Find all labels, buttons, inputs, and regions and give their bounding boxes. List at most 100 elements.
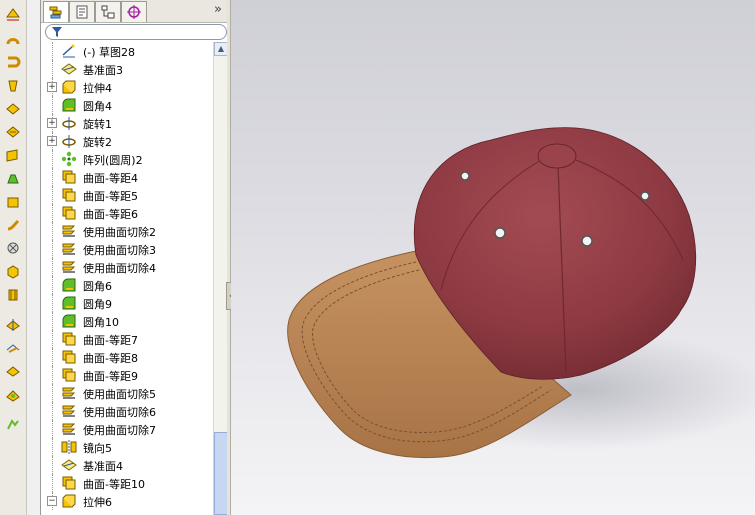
expand-toggle-icon[interactable]: + (47, 82, 57, 92)
tree-item[interactable]: 曲面-等距7 (41, 330, 213, 348)
revolved-boss-button[interactable] (3, 30, 22, 48)
configuration-manager-icon (101, 5, 115, 19)
tree-item[interactable]: 镜向5 (41, 438, 213, 456)
chamfer-tool-icon (5, 126, 20, 138)
draft-tool-button[interactable] (3, 170, 22, 188)
graphics-viewport[interactable] (231, 0, 755, 515)
tree-item-label: 使用曲面切除3 (83, 244, 156, 257)
draft-tool-icon (6, 174, 19, 184)
dome-tool-button[interactable] (3, 262, 22, 280)
tree-item[interactable]: 曲面-等距8 (41, 348, 213, 366)
extrude-icon (62, 494, 76, 508)
tree-filter-input[interactable] (45, 24, 227, 40)
tree-item[interactable]: 曲面-等距9 (41, 366, 213, 384)
tree-item-label: 曲面-等距6 (83, 208, 138, 221)
mirror-icon (61, 440, 77, 454)
wrap-tool-button[interactable] (3, 216, 22, 234)
tree-connector (52, 276, 54, 294)
tree-item-label: 使用曲面切除6 (83, 406, 156, 419)
tree-item[interactable]: 阵列(圆周)2 (41, 150, 213, 168)
offset-surface-icon (62, 170, 76, 184)
dimxpert-icon (127, 5, 141, 19)
tree-item[interactable]: 圆角10 (41, 312, 213, 330)
surface-cut-icon (62, 261, 76, 273)
dimxpert-tab[interactable] (121, 1, 147, 22)
instant3d-button[interactable] (3, 416, 22, 434)
expand-toggle-icon[interactable]: + (47, 136, 57, 146)
tree-item[interactable]: 使用曲面切除5 (41, 384, 213, 402)
instant3d-icon (6, 419, 19, 430)
tree-item-label: 镜向5 (83, 442, 112, 455)
plane-tool-icon (6, 149, 17, 162)
tree-item[interactable]: 使用曲面切除7 (41, 420, 213, 438)
tree-item[interactable]: − 拉伸6 (41, 492, 213, 510)
swept-boss-button[interactable] (3, 53, 22, 71)
rib-tool-button[interactable] (3, 286, 22, 304)
tree-item[interactable]: 曲面-等距10 (41, 474, 213, 492)
curves-button[interactable] (3, 386, 22, 404)
shell-tool-button[interactable] (3, 193, 22, 211)
tree-item-label: 圆角10 (83, 316, 119, 329)
feature-manager-tab[interactable] (43, 1, 69, 22)
scroll-thumb[interactable] (214, 432, 228, 515)
tree-item[interactable]: 使用曲面切除2 (41, 222, 213, 240)
mirror-tool-button[interactable] (3, 362, 22, 380)
tree-connector (52, 474, 54, 492)
tree-item[interactable]: 圆角4 (41, 96, 213, 114)
mirror-tool-icon (5, 366, 20, 377)
surface-cut-icon (62, 243, 76, 255)
tree-connector (52, 150, 54, 168)
cap-model[interactable] (231, 0, 755, 515)
tree-scrollbar[interactable]: ▲ (213, 42, 228, 515)
tree-item-label: 圆角9 (83, 298, 112, 311)
panel-tab-bar: » (41, 0, 228, 23)
tree-connector (52, 456, 54, 474)
tree-connector (52, 420, 54, 438)
revolved-boss-icon (6, 38, 19, 45)
panel-expand-button[interactable]: » (214, 2, 222, 17)
scroll-up-arrow-icon[interactable]: ▲ (214, 42, 228, 56)
tree-item[interactable]: 使用曲面切除4 (41, 258, 213, 276)
tree-item[interactable]: 基准面3 (41, 60, 213, 78)
tree-item[interactable]: + 旋转2 (41, 132, 213, 150)
reference-geometry-button[interactable] (3, 316, 22, 334)
tree-connector (52, 366, 54, 384)
expand-toggle-icon[interactable]: − (47, 496, 57, 506)
tree-connector (52, 204, 54, 222)
surface-cut-icon (62, 423, 76, 435)
curves-icon (5, 390, 20, 402)
tree-item[interactable]: 曲面-等距5 (41, 186, 213, 204)
tree-item[interactable]: 基准面4 (41, 456, 213, 474)
tree-item[interactable]: 使用曲面切除3 (41, 240, 213, 258)
chamfer-tool-button[interactable] (3, 123, 22, 141)
tree-item[interactable]: 曲面-等距4 (41, 168, 213, 186)
tree-item[interactable]: 圆角9 (41, 294, 213, 312)
fillet-tool-button[interactable] (3, 100, 22, 118)
tree-item-label: 基准面3 (83, 64, 123, 77)
tree-item-label: 圆角6 (83, 280, 112, 293)
fillet-icon (62, 296, 76, 310)
expand-toggle-icon[interactable]: + (47, 118, 57, 128)
tree-item[interactable]: + 旋转1 (41, 114, 213, 132)
offset-surface-icon (62, 188, 76, 202)
lofted-boss-button[interactable] (3, 77, 22, 95)
feature-manager-panel: » (-) 草图28 基准面3 + 拉伸4 圆角4 + 旋转1 + 旋转2 阵列(圆周)2 曲面-等… (40, 0, 229, 515)
offset-surface-icon (62, 476, 76, 490)
linear-pattern-button[interactable] (3, 340, 22, 358)
tree-item-label: 曲面-等距10 (83, 478, 145, 491)
plane-icon (61, 63, 77, 75)
extrude-icon (62, 80, 76, 94)
plane-tool-button[interactable] (3, 146, 22, 164)
hole-wizard-button[interactable] (3, 239, 22, 257)
extruded-boss-button[interactable] (3, 6, 22, 24)
property-manager-tab[interactable] (69, 1, 95, 22)
tree-connector (52, 384, 54, 402)
tree-item[interactable]: 圆角6 (41, 276, 213, 294)
configuration-manager-tab[interactable] (95, 1, 121, 22)
tree-item[interactable]: 使用曲面切除6 (41, 402, 213, 420)
crown-button[interactable] (537, 143, 577, 169)
reference-geometry-icon (5, 319, 20, 331)
tree-item[interactable]: (-) 草图28 (41, 42, 213, 60)
tree-item[interactable]: 曲面-等距6 (41, 204, 213, 222)
tree-item[interactable]: + 拉伸4 (41, 78, 213, 96)
